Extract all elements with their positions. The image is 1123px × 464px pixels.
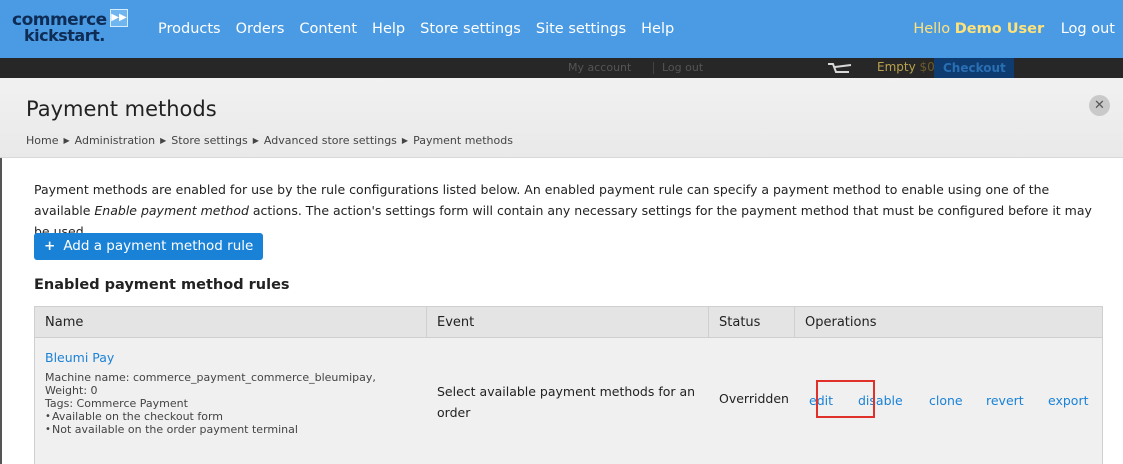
commerce-kickstart-logo[interactable]: commerce kickstart. ▶▶ [10, 6, 145, 52]
weight: Weight: 0 [45, 384, 98, 397]
section-title: Enabled payment method rules [34, 277, 290, 293]
disable-highlight-box [816, 380, 875, 418]
user-name-link[interactable]: Demo User [955, 21, 1044, 37]
close-icon: ✕ [1094, 98, 1105, 113]
breadcrumb-separator-icon: ▶ [63, 136, 70, 145]
admin-menu: Products Orders Content Help Store setti… [158, 21, 689, 37]
payment-rules-table: Name Event Status Operations Bleumi Pay … [34, 306, 1103, 464]
cart-icon[interactable] [827, 62, 853, 75]
cell-event: Select available payment methods for an … [437, 384, 696, 420]
user-area: Hello Demo User Log out [913, 21, 1115, 37]
menu-item-content[interactable]: Content [299, 21, 357, 37]
add-button-label: Add a payment method rule [63, 238, 254, 254]
revert-link[interactable]: revert [986, 393, 1024, 408]
plus-icon: + [44, 238, 56, 254]
hello-text: Hello [913, 21, 951, 37]
logout-link[interactable]: Log out [1061, 21, 1115, 37]
secondary-logout-link[interactable]: Log out [662, 61, 703, 74]
column-header-operations: Operations [805, 315, 877, 330]
my-account-link[interactable]: My account [568, 61, 631, 74]
menu-item-site-settings[interactable]: Site settings [536, 21, 626, 37]
breadcrumb-home[interactable]: Home [26, 134, 58, 147]
menu-item-help[interactable]: Help [372, 21, 405, 37]
table-header: Name Event Status Operations [35, 307, 1102, 338]
page-header: Payment methods Home ▶ Administration ▶ Stor… [0, 78, 1123, 158]
admin-toolbar: commerce kickstart. ▶▶ Products Orders C… [0, 0, 1123, 58]
menu-item-orders[interactable]: Orders [236, 21, 285, 37]
breadcrumb-separator-icon: ▶ [252, 136, 259, 145]
overlay-left-edge [0, 158, 2, 464]
column-header-event: Event [427, 307, 709, 338]
menu-item-store-settings[interactable]: Store settings [420, 21, 521, 37]
logo-text-kickstart: kickstart. [24, 26, 105, 45]
rule-metadata: Machine name: commerce_payment_commerce_… [45, 371, 417, 436]
list-item: Available on the checkout form [45, 410, 417, 423]
column-header-name: Name [35, 307, 427, 338]
menu-item-products[interactable]: Products [158, 21, 221, 37]
cart-empty-text: Empty [877, 60, 916, 74]
breadcrumb-separator-icon: ▶ [160, 136, 167, 145]
breadcrumb-payment-methods[interactable]: Payment methods [413, 134, 513, 147]
menu-item-help-2[interactable]: Help [641, 21, 674, 37]
column-header-status: Status [709, 307, 795, 338]
machine-name: Machine name: commerce_payment_commerce_… [45, 371, 376, 384]
breadcrumb-separator-icon: ▶ [401, 136, 409, 145]
table-row: Bleumi Pay Machine name: commerce_paymen… [35, 338, 1102, 464]
rule-name-link[interactable]: Bleumi Pay [45, 350, 417, 365]
breadcrumb: Home ▶ Administration ▶ Store settings ▶ Advan… [26, 134, 513, 147]
fast-forward-icon: ▶▶ [110, 9, 128, 27]
description-emphasis: Enable payment method [94, 203, 249, 218]
secondary-bar: My account Log out Empty $0.00 Checkout [0, 58, 1123, 78]
export-link[interactable]: export [1048, 393, 1089, 408]
cell-status: Overridden [719, 391, 789, 406]
page-title: Payment methods [26, 97, 217, 121]
clone-link[interactable]: clone [929, 393, 963, 408]
tags: Tags: Commerce Payment [45, 397, 188, 410]
availability-list: Available on the checkout form Not avail… [45, 410, 417, 436]
breadcrumb-store-settings[interactable]: Store settings [171, 134, 247, 147]
list-item: Not available on the order payment termi… [45, 423, 417, 436]
breadcrumb-administration[interactable]: Administration [75, 134, 156, 147]
breadcrumb-advanced-store-settings[interactable]: Advanced store settings [264, 134, 397, 147]
cell-name: Bleumi Pay Machine name: commerce_paymen… [35, 338, 427, 464]
close-overlay-button[interactable]: ✕ [1089, 95, 1110, 116]
add-payment-method-rule-button[interactable]: + Add a payment method rule [34, 233, 263, 260]
checkout-button[interactable]: Checkout [934, 58, 1014, 78]
divider [653, 62, 654, 74]
